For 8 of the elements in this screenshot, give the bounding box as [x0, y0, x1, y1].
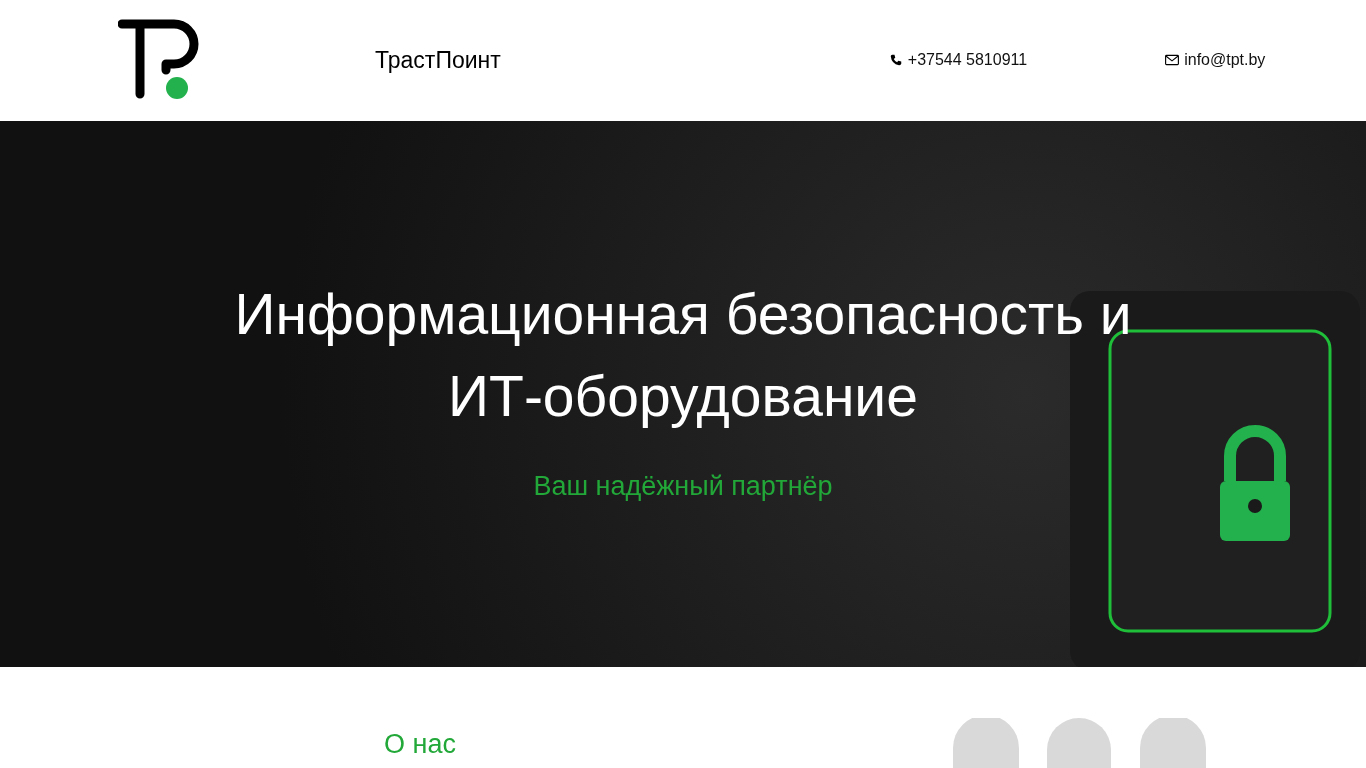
brand-name[interactable]: ТрастПоинт: [375, 47, 501, 74]
phone-icon: [888, 53, 903, 66]
envelope-icon: [1165, 53, 1180, 66]
hero-title: Информационная безопасность и ИТ-оборудование: [233, 281, 1133, 430]
hero-subtitle: Ваш надёжный партнёр: [533, 471, 833, 502]
phone-number[interactable]: +37544 5810911: [907, 50, 1028, 69]
email-link[interactable]: info@tpt.by: [1184, 50, 1266, 69]
section-heading: О нас: [384, 729, 456, 760]
